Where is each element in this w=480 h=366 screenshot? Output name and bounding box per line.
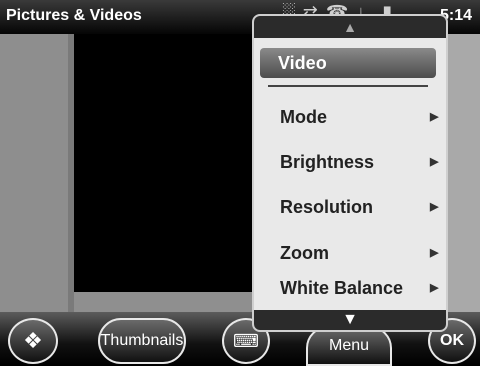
windows-logo-icon: ❖: [23, 328, 43, 353]
start-button[interactable]: ❖: [8, 318, 58, 364]
ok-label: OK: [440, 332, 464, 349]
app-title: Pictures & Videos: [6, 7, 142, 24]
menu-item-label: Resolution: [280, 197, 373, 217]
menu-item-label: Zoom: [280, 243, 329, 263]
menu-item-resolution[interactable]: Resolution ▶: [254, 192, 446, 222]
menu-divider: [268, 85, 428, 87]
triangle-right-icon: ▶: [430, 201, 439, 213]
menu-item-mode[interactable]: Mode ▶: [254, 102, 446, 132]
triangle-right-icon: ▶: [430, 156, 439, 168]
menu-item-label: White Balance: [280, 278, 404, 298]
triangle-right-icon: ▶: [430, 111, 439, 123]
chevron-up-icon: ▲: [343, 19, 357, 35]
menu-item-label: Brightness: [280, 152, 375, 172]
thumbnails-label: Thumbnails: [100, 332, 184, 349]
popup-menu: ▲ Video Mode ▶ Brightness ▶ Resolution ▶…: [252, 14, 448, 332]
scroll-down-button[interactable]: ▼: [254, 310, 446, 330]
menu-item-zoom[interactable]: Zoom ▶: [254, 238, 446, 268]
scroll-up-button[interactable]: ▲: [254, 16, 446, 38]
thumbnails-button[interactable]: Thumbnails: [98, 318, 186, 364]
background-panel-right: [448, 34, 480, 312]
triangle-right-icon: ▶: [430, 247, 439, 259]
menu-item-white-balance[interactable]: White Balance ▶: [254, 273, 446, 303]
menu-button[interactable]: Menu: [306, 326, 392, 366]
keyboard-icon: ⌨: [233, 330, 259, 351]
menu-label: Menu: [328, 337, 370, 354]
triangle-right-icon: ▶: [430, 282, 439, 294]
background-panel: [0, 34, 74, 312]
chevron-down-icon: ▼: [342, 311, 358, 328]
menu-item-brightness[interactable]: Brightness ▶: [254, 147, 446, 177]
menu-item-label: Video: [278, 53, 327, 73]
menu-item-label: Mode: [280, 107, 327, 127]
menu-item-video[interactable]: Video: [260, 48, 436, 78]
